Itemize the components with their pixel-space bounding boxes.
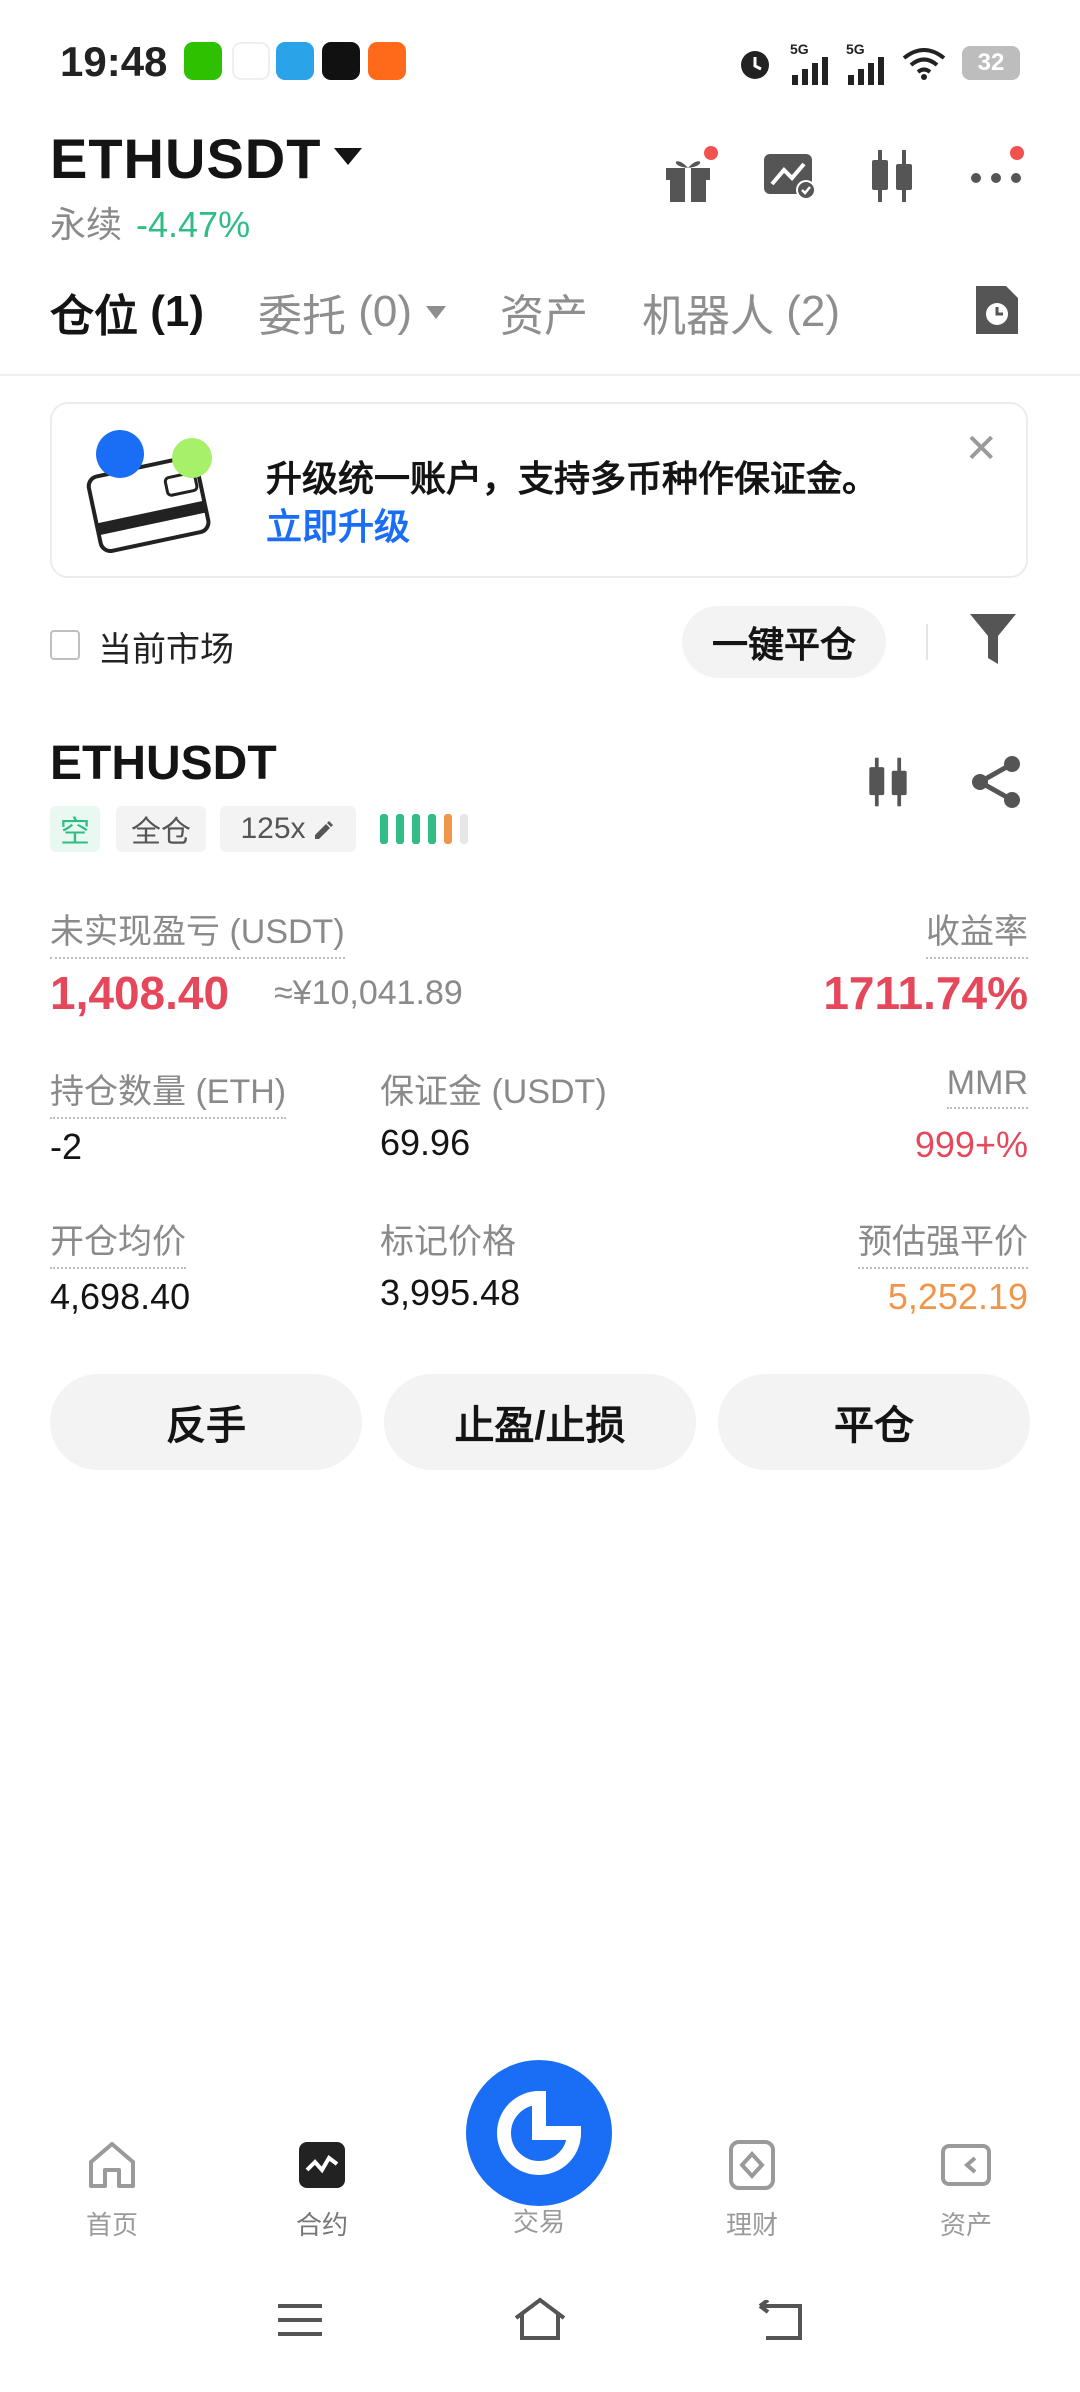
nav-trade-button[interactable] [466, 2060, 612, 2206]
nav-earn[interactable]: 理财 [682, 2140, 822, 2242]
mark-price-label: 标记价格 [380, 1223, 516, 1261]
unrealized-pnl-label[interactable]: 未实现盈亏 (USDT) [50, 904, 345, 959]
wifi-icon [902, 48, 946, 80]
reverse-button[interactable]: 反手 [50, 1374, 362, 1470]
mmr-value: 999+% [914, 1124, 1028, 1165]
filter-icon[interactable] [968, 610, 1018, 673]
entry-price-value: 4,698.40 [50, 1276, 191, 1317]
nav-home[interactable]: 首页 [42, 2140, 182, 2242]
liq-price-label[interactable]: 预估强平价 [858, 1214, 1028, 1269]
margin-label: 保证金 (USDT) [380, 1073, 607, 1111]
more-icon[interactable] [966, 146, 1026, 206]
contract-icon [299, 2142, 345, 2188]
size-label[interactable]: 持仓数量 (ETH) [50, 1064, 287, 1119]
leverage-badge[interactable]: 125x [220, 806, 356, 852]
nav-earn-label: 理财 [725, 2210, 778, 2240]
wallet-icon [941, 2144, 991, 2186]
price-change: -4.47% [136, 204, 251, 245]
share-icon[interactable] [968, 754, 1024, 815]
risk-bar [380, 814, 388, 844]
risk-bar [460, 814, 468, 844]
chevron-down-icon [426, 305, 447, 319]
nav-contract-label: 合约 [295, 2210, 348, 2240]
banner-text: 升级统一账户，支持多币种作保证金。 [266, 458, 879, 499]
roe-value: 1711.74% [823, 967, 1028, 1019]
trade-icon [497, 2090, 582, 2175]
symbol-subtitle: 永续 -4.47% [50, 196, 250, 248]
status-right: 5G 5G 32 [736, 38, 1020, 88]
filter-divider [926, 624, 928, 660]
size-value: -2 [50, 1126, 83, 1167]
menu-icon[interactable] [276, 2300, 324, 2345]
unrealized-pnl-value: 1,408.40 [50, 967, 230, 1019]
tiktok-icon [322, 42, 360, 80]
position-tabs: 仓位 (1) 委托 (0) 资产 机器人 (2) [50, 280, 894, 344]
status-time: 19:48 [60, 38, 168, 85]
mark-price-value: 3,995.48 [380, 1272, 521, 1313]
close-all-button[interactable]: 一键平仓 [682, 606, 886, 678]
nav-trade-label: 交易 [512, 2207, 565, 2237]
tab-positions[interactable]: 仓位 (1) [50, 280, 204, 344]
battery-indicator: 32 [962, 46, 1020, 80]
signal-icon [792, 57, 828, 85]
signal-1: 5G [790, 41, 830, 85]
risk-bar [428, 814, 436, 844]
leverage-value: 125x [240, 812, 306, 845]
entry-price-label[interactable]: 开仓均价 [50, 1214, 186, 1269]
risk-bar [412, 814, 420, 844]
signal-icon [848, 57, 884, 85]
margin-mode-badge: 全仓 [116, 806, 206, 852]
position-symbol[interactable]: ETHUSDT [50, 736, 277, 791]
candlestick-icon[interactable] [860, 754, 916, 815]
gift-icon[interactable] [658, 146, 718, 206]
symbol-dropdown-icon[interactable] [334, 148, 362, 165]
alarm-icon [741, 51, 769, 79]
tp-sl-button[interactable]: 止盈/止损 [384, 1374, 696, 1470]
nav-contract[interactable]: 合约 [252, 2140, 392, 2242]
roe-label[interactable]: 收益率 [926, 904, 1028, 959]
close-icon[interactable]: ✕ [964, 426, 998, 472]
nav-home-label: 首页 [85, 2210, 138, 2240]
close-position-button[interactable]: 平仓 [718, 1374, 1030, 1470]
risk-bar [444, 814, 452, 844]
symbol-title[interactable]: ETHUSDT [50, 126, 321, 191]
chart-check-icon[interactable] [760, 146, 820, 206]
nav-assets[interactable]: 资产 [896, 2140, 1036, 2242]
tabs-divider [0, 374, 1080, 376]
current-market-label: 当前市场 [98, 631, 234, 669]
telegram-icon [276, 42, 314, 80]
side-badge: 空 [50, 806, 100, 852]
wechat-icon [184, 42, 222, 80]
candlestick-icon[interactable] [862, 146, 922, 206]
tab-assets[interactable]: 资产 [500, 280, 588, 344]
mmr-label[interactable]: MMR [946, 1064, 1028, 1109]
liq-price-value: 5,252.19 [887, 1276, 1028, 1317]
earn-icon [729, 2140, 775, 2190]
app-m-icon [232, 42, 270, 80]
tab-bots[interactable]: 机器人 (2) [642, 280, 840, 344]
history-icon[interactable] [972, 282, 1022, 343]
app-orange-icon [368, 42, 406, 80]
upgrade-banner[interactable]: 升级统一账户，支持多币种作保证金。 立即升级 ✕ [50, 402, 1028, 578]
risk-bar [396, 814, 404, 844]
nav-assets-label: 资产 [939, 2210, 992, 2240]
back-icon[interactable] [756, 2298, 804, 2347]
unrealized-pnl-cny: ≈¥10,041.89 [274, 974, 463, 1012]
banner-upgrade-link[interactable]: 立即升级 [266, 498, 410, 550]
margin-value: 69.96 [380, 1122, 471, 1163]
home-system-icon[interactable] [512, 2296, 568, 2347]
signal-2: 5G [846, 41, 886, 85]
tab-orders[interactable]: 委托 (0) [258, 280, 447, 344]
wallet-illustration-icon [80, 426, 230, 561]
edit-icon [314, 821, 333, 839]
contract-type: 永续 [50, 204, 123, 245]
current-market-checkbox[interactable] [50, 630, 80, 660]
home-icon [89, 2142, 135, 2188]
